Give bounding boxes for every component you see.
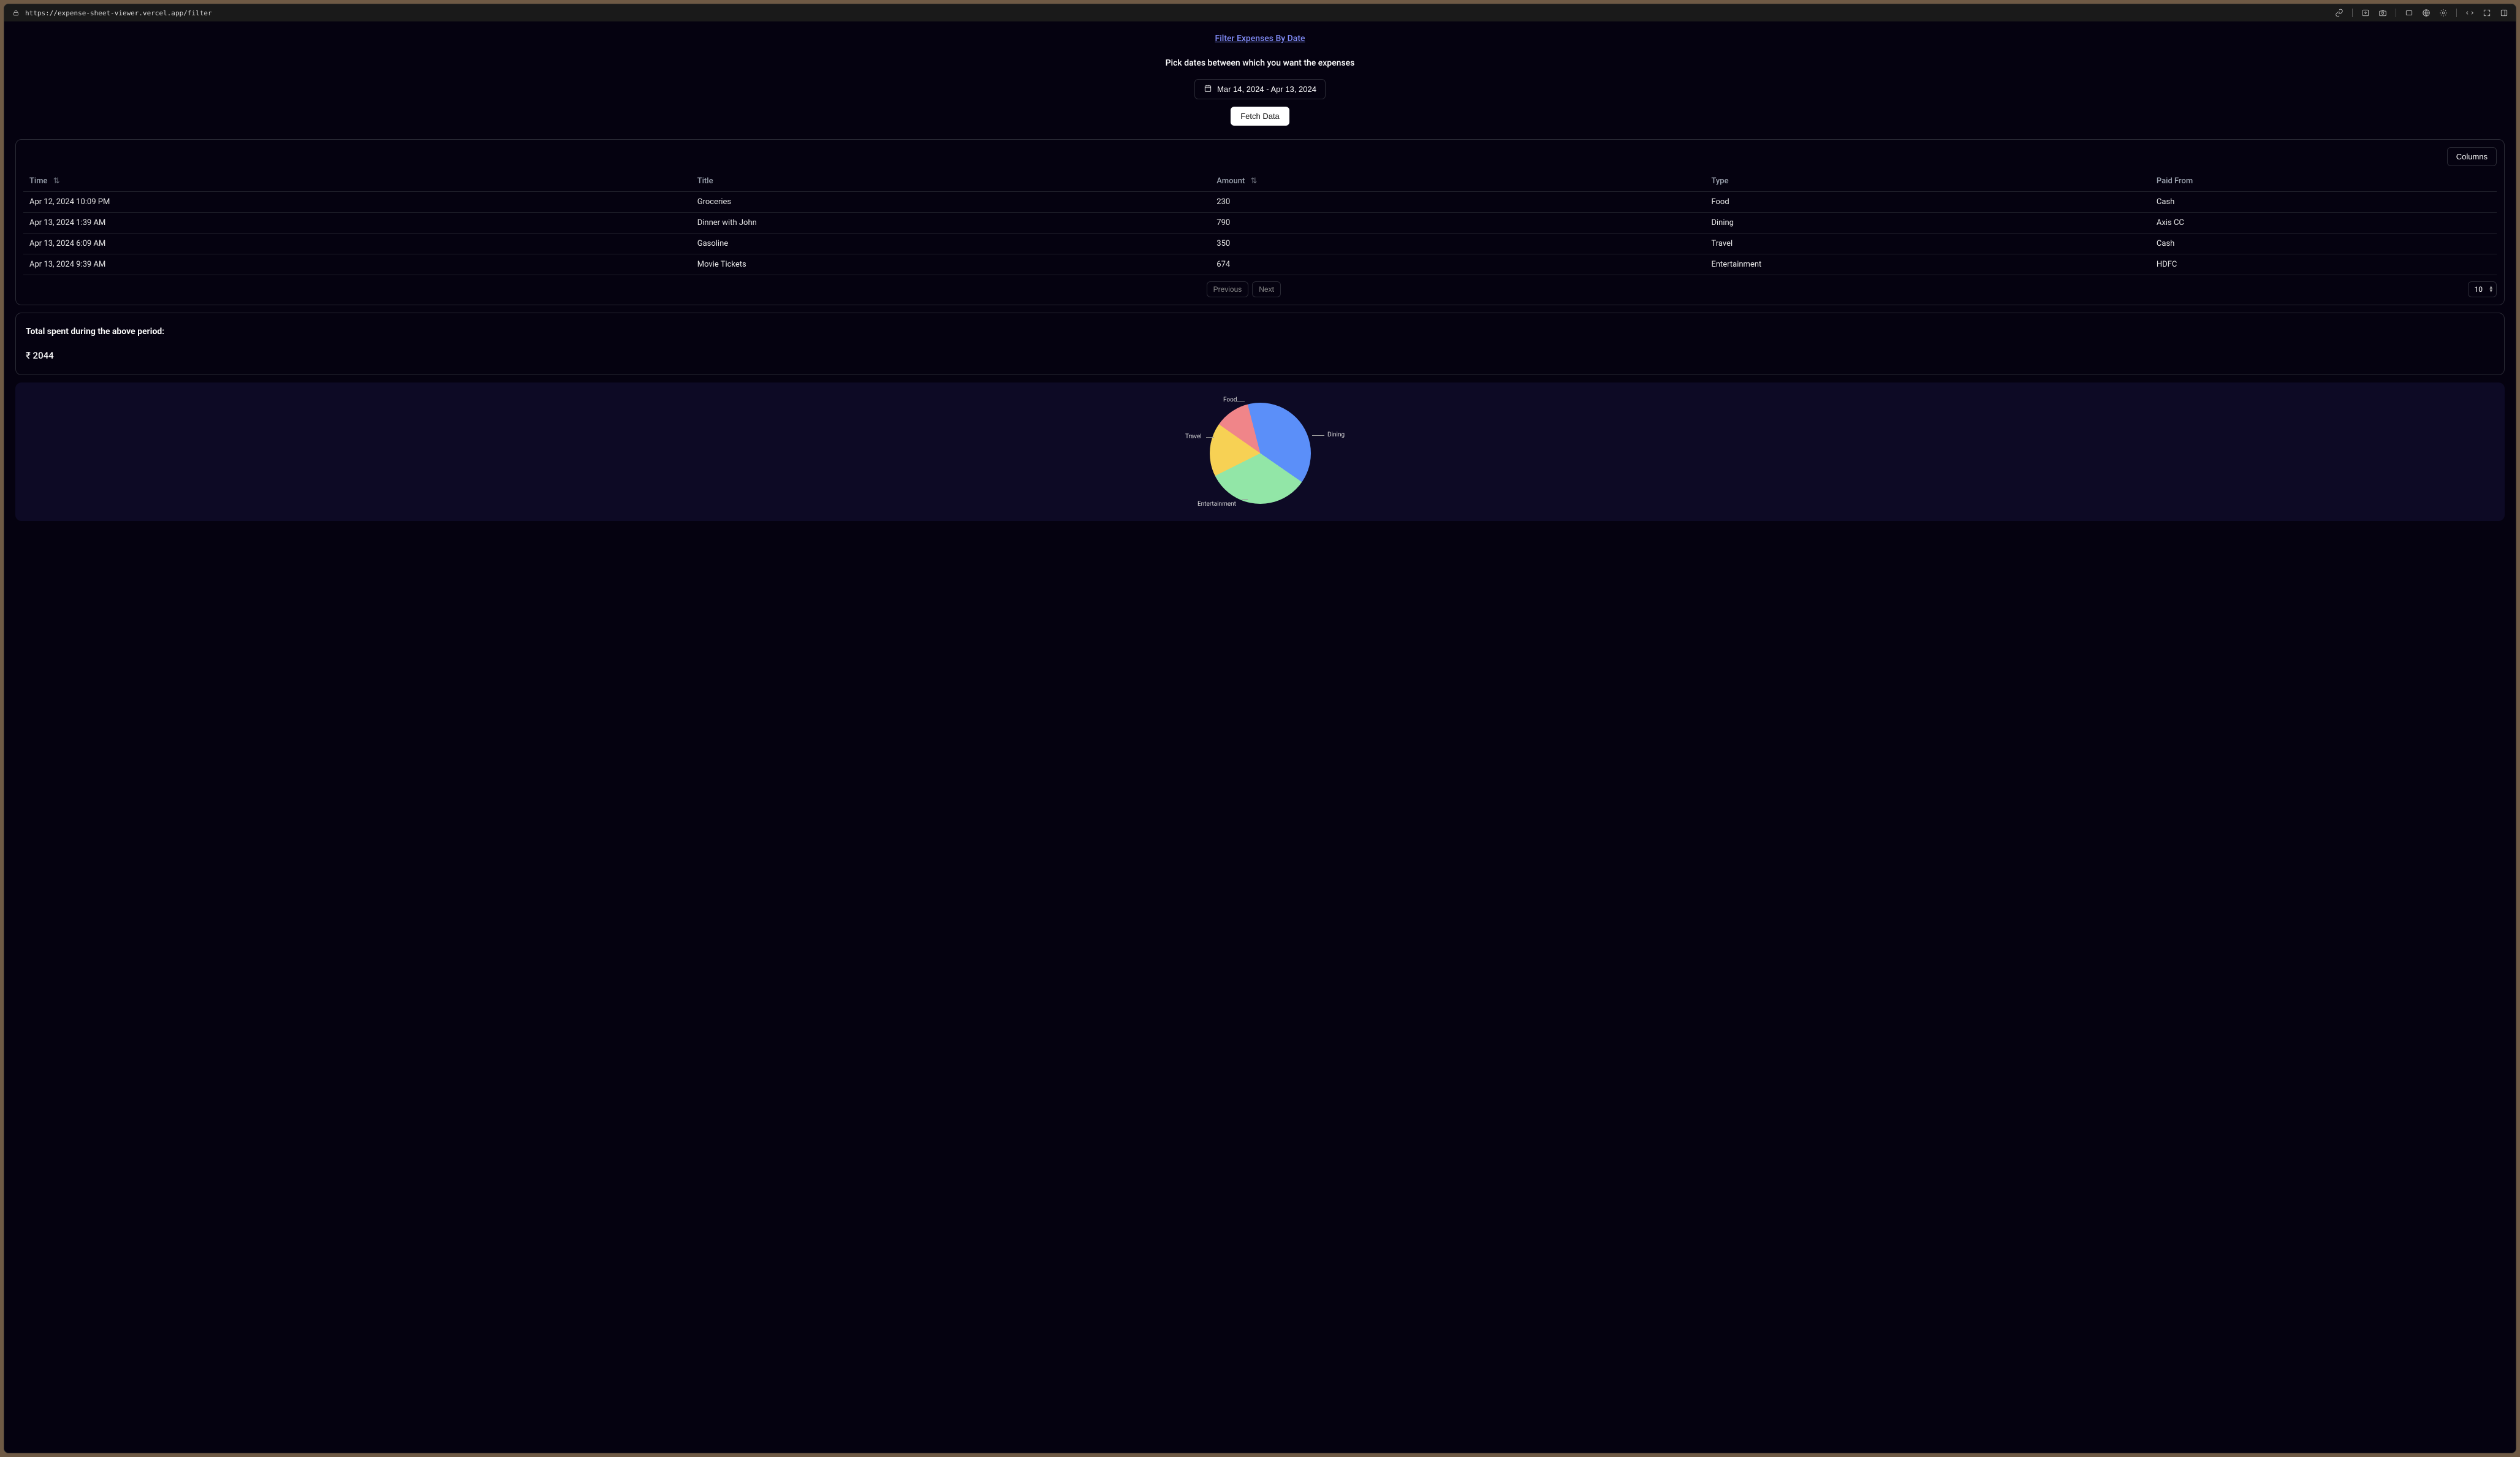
cell-title: Groceries — [691, 192, 1211, 213]
table-row: Apr 13, 2024 9:39 AMMovie Tickets674Ente… — [23, 254, 2497, 275]
chart-label: Dining — [1327, 432, 1345, 438]
column-header-label: Time — [29, 177, 48, 186]
cell-time: Apr 12, 2024 10:09 PM — [23, 192, 691, 213]
date-range-picker[interactable]: Mar 14, 2024 - Apr 13, 2024 — [1194, 79, 1326, 99]
globe-icon[interactable] — [2422, 9, 2431, 17]
page-content: Filter Expenses By Date Pick dates betwe… — [4, 21, 2516, 1453]
page-size-select[interactable]: 10 ▴▾ — [2468, 281, 2497, 297]
next-button[interactable]: Next — [1252, 281, 1281, 297]
cell-title: Movie Tickets — [691, 254, 1211, 275]
cell-paid_from: Axis CC — [2150, 213, 2497, 234]
cell-type: Dining — [1705, 213, 2150, 234]
column-header-amount[interactable]: Amount ⇅ — [1210, 171, 1705, 192]
cell-paid_from: HDFC — [2150, 254, 2497, 275]
camera-icon[interactable] — [2378, 9, 2387, 17]
folder-icon[interactable] — [2405, 9, 2413, 17]
cell-time: Apr 13, 2024 1:39 AM — [23, 213, 691, 234]
cell-time: Apr 13, 2024 9:39 AM — [23, 254, 691, 275]
download-icon[interactable] — [2361, 9, 2370, 17]
cell-amount: 230 — [1210, 192, 1705, 213]
expand-icon[interactable] — [2483, 9, 2491, 17]
total-value: ₹ 2044 — [26, 350, 2494, 361]
total-label: Total spent during the above period: — [26, 327, 2494, 337]
column-header-time[interactable]: Time ⇅ — [23, 171, 691, 192]
expenses-table: Time ⇅ Title Amount ⇅ Type Paid From Apr… — [23, 171, 2497, 275]
app-window: https://expense-sheet-viewer.vercel.app/… — [4, 4, 2516, 1453]
settings-icon[interactable] — [2439, 9, 2448, 17]
previous-button[interactable]: Previous — [1207, 281, 1249, 297]
pie-chart: Food Dining Entertainment Travel — [1156, 394, 1364, 510]
column-header-type[interactable]: Type — [1705, 171, 2150, 192]
stepper-icon: ▴▾ — [2489, 286, 2492, 293]
cell-paid_from: Cash — [2150, 192, 2497, 213]
sort-icon: ⇅ — [53, 177, 60, 186]
fetch-data-button[interactable]: Fetch Data — [1231, 107, 1289, 126]
cell-amount: 674 — [1210, 254, 1705, 275]
total-card: Total spent during the above period: ₹ 2… — [15, 313, 2505, 375]
cell-time: Apr 13, 2024 6:09 AM — [23, 234, 691, 254]
column-header-paid-from[interactable]: Paid From — [2150, 171, 2497, 192]
sort-icon: ⇅ — [1251, 177, 1258, 186]
cell-amount: 790 — [1210, 213, 1705, 234]
lock-icon — [12, 9, 20, 17]
table-row: Apr 12, 2024 10:09 PMGroceries230FoodCas… — [23, 192, 2497, 213]
separator — [2352, 9, 2353, 17]
table-row: Apr 13, 2024 6:09 AMGasoline350TravelCas… — [23, 234, 2497, 254]
page-subheading: Pick dates between which you want the ex… — [10, 58, 2510, 68]
chart-label: Travel — [1185, 433, 1202, 440]
leader-line — [1242, 499, 1248, 500]
separator — [2456, 9, 2457, 17]
chart-card: Food Dining Entertainment Travel — [15, 382, 2505, 521]
devtools-icon[interactable] — [2465, 9, 2474, 17]
date-range-label: Mar 14, 2024 - Apr 13, 2024 — [1217, 85, 1316, 94]
column-header-label: Amount — [1216, 177, 1245, 186]
table-pager: Previous Next 10 ▴▾ — [23, 281, 2497, 297]
panel-icon[interactable] — [2500, 9, 2508, 17]
table-header-row: Time ⇅ Title Amount ⇅ Type Paid From — [23, 171, 2497, 192]
chart-label: Food — [1223, 397, 1237, 403]
address-bar-url[interactable]: https://expense-sheet-viewer.vercel.app/… — [25, 9, 212, 17]
columns-button[interactable]: Columns — [2447, 147, 2497, 166]
page-title-link[interactable]: Filter Expenses By Date — [1215, 34, 1305, 44]
browser-titlebar: https://expense-sheet-viewer.vercel.app/… — [4, 4, 2516, 21]
cell-title: Gasoline — [691, 234, 1211, 254]
column-header-title[interactable]: Title — [691, 171, 1211, 192]
calendar-icon — [1204, 84, 1212, 94]
expenses-table-card: Columns Time ⇅ Title Amount ⇅ Type — [15, 139, 2505, 305]
chart-label: Entertainment — [1197, 501, 1236, 508]
cell-title: Dinner with John — [691, 213, 1211, 234]
cell-amount: 350 — [1210, 234, 1705, 254]
cell-type: Food — [1705, 192, 2150, 213]
table-row: Apr 13, 2024 1:39 AMDinner with John790D… — [23, 213, 2497, 234]
cell-type: Travel — [1705, 234, 2150, 254]
cell-type: Entertainment — [1705, 254, 2150, 275]
page-size-value: 10 — [2475, 285, 2483, 294]
cell-paid_from: Cash — [2150, 234, 2497, 254]
link-icon[interactable] — [2335, 9, 2344, 17]
leader-line — [1206, 437, 1214, 438]
leader-line — [1312, 435, 1324, 436]
